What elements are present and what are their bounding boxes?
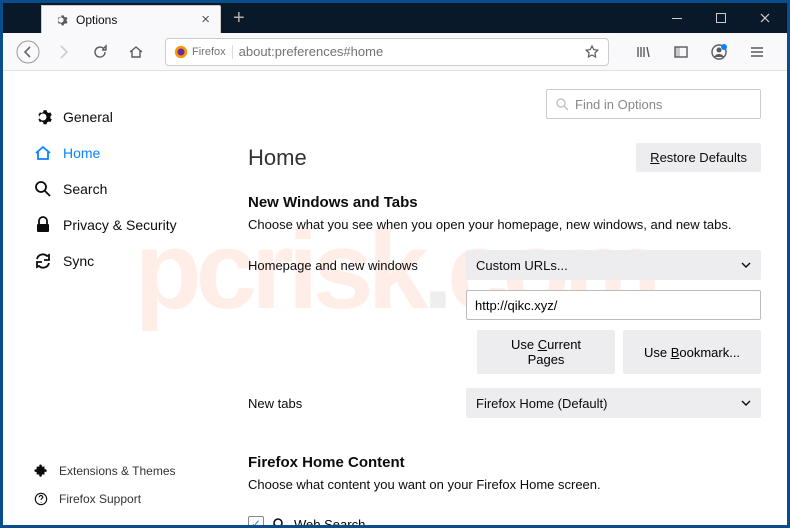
close-window-button[interactable]	[743, 3, 787, 33]
restore-defaults-button[interactable]: Restore Defaults	[636, 143, 761, 172]
home-icon	[33, 143, 53, 163]
puzzle-icon	[33, 463, 49, 479]
minimize-button[interactable]	[655, 3, 699, 33]
url-bar[interactable]: Firefox about:preferences#home	[165, 38, 609, 66]
sidebar-label: General	[63, 109, 113, 125]
sidebar-item-sync[interactable]: Sync	[33, 243, 218, 279]
homepage-label: Homepage and new windows	[248, 258, 466, 273]
sidebar-item-search[interactable]: Search	[33, 171, 218, 207]
homepage-dropdown[interactable]: Custom URLs...	[466, 250, 761, 280]
chevron-down-icon	[741, 262, 751, 268]
gear-icon	[33, 107, 53, 127]
firefox-badge: Firefox	[174, 45, 233, 59]
maximize-button[interactable]	[699, 3, 743, 33]
sidebar-label: Search	[63, 181, 107, 197]
sidebar-item-home[interactable]: Home	[33, 135, 218, 171]
checkbox-icon: ✓	[248, 516, 264, 525]
chevron-down-icon	[741, 400, 751, 406]
newtabs-dropdown[interactable]: Firefox Home (Default)	[466, 388, 761, 418]
close-icon[interactable]: ×	[201, 11, 210, 28]
back-button[interactable]	[13, 37, 43, 67]
use-current-button[interactable]: Use Current Pages	[477, 330, 615, 374]
page-title: Home	[248, 145, 307, 171]
find-placeholder: Find in Options	[575, 97, 662, 112]
browser-tab[interactable]: Options ×	[41, 5, 221, 33]
section-heading: Firefox Home Content	[248, 454, 761, 471]
sidebar-label: Extensions & Themes	[59, 464, 176, 478]
navbar: Firefox about:preferences#home	[3, 33, 787, 71]
sidebar-item-extensions[interactable]: Extensions & Themes	[33, 457, 176, 485]
sidebar-item-privacy[interactable]: Privacy & Security	[33, 207, 218, 243]
content-area: Find in Options Home Restore Defaults Ne…	[218, 71, 787, 525]
titlebar: Options × +	[3, 3, 787, 33]
sidebar-label: Privacy & Security	[63, 217, 177, 233]
sidebar: General Home Search Privacy & Security S…	[3, 71, 218, 525]
section-heading: New Windows and Tabs	[248, 194, 761, 211]
sidebar-label: Home	[63, 145, 100, 161]
sync-icon	[33, 251, 53, 271]
sidebar-item-support[interactable]: Firefox Support	[33, 485, 176, 513]
menu-icon[interactable]	[743, 38, 771, 66]
question-icon	[33, 491, 49, 507]
section-sub: Choose what you see when you open your h…	[248, 217, 761, 232]
reload-button[interactable]	[85, 37, 115, 67]
account-icon[interactable]	[705, 38, 733, 66]
search-icon	[33, 179, 53, 199]
section-sub: Choose what content you want on your Fir…	[248, 477, 761, 492]
newtabs-label: New tabs	[248, 396, 466, 411]
sidebar-label: Firefox Support	[59, 492, 141, 506]
tab-title: Options	[76, 13, 193, 27]
find-input[interactable]: Find in Options	[546, 89, 761, 119]
web-search-checkbox-row[interactable]: ✓ Web Search	[248, 510, 761, 525]
use-bookmark-button[interactable]: Use Bookmark...	[623, 330, 761, 374]
check-label: Web Search	[294, 517, 365, 526]
gear-icon	[54, 13, 68, 27]
homepage-url-input[interactable]	[466, 290, 761, 320]
new-tab-button[interactable]: +	[221, 3, 257, 33]
sidebar-item-general[interactable]: General	[33, 99, 218, 135]
forward-button[interactable]	[49, 37, 79, 67]
library-icon[interactable]	[629, 38, 657, 66]
window-controls	[655, 3, 787, 33]
url-text: about:preferences#home	[239, 44, 578, 59]
home-button[interactable]	[121, 37, 151, 67]
lock-icon	[33, 215, 53, 235]
star-icon[interactable]	[584, 44, 600, 60]
search-icon	[272, 517, 286, 525]
sidebar-icon[interactable]	[667, 38, 695, 66]
sidebar-label: Sync	[63, 253, 94, 269]
